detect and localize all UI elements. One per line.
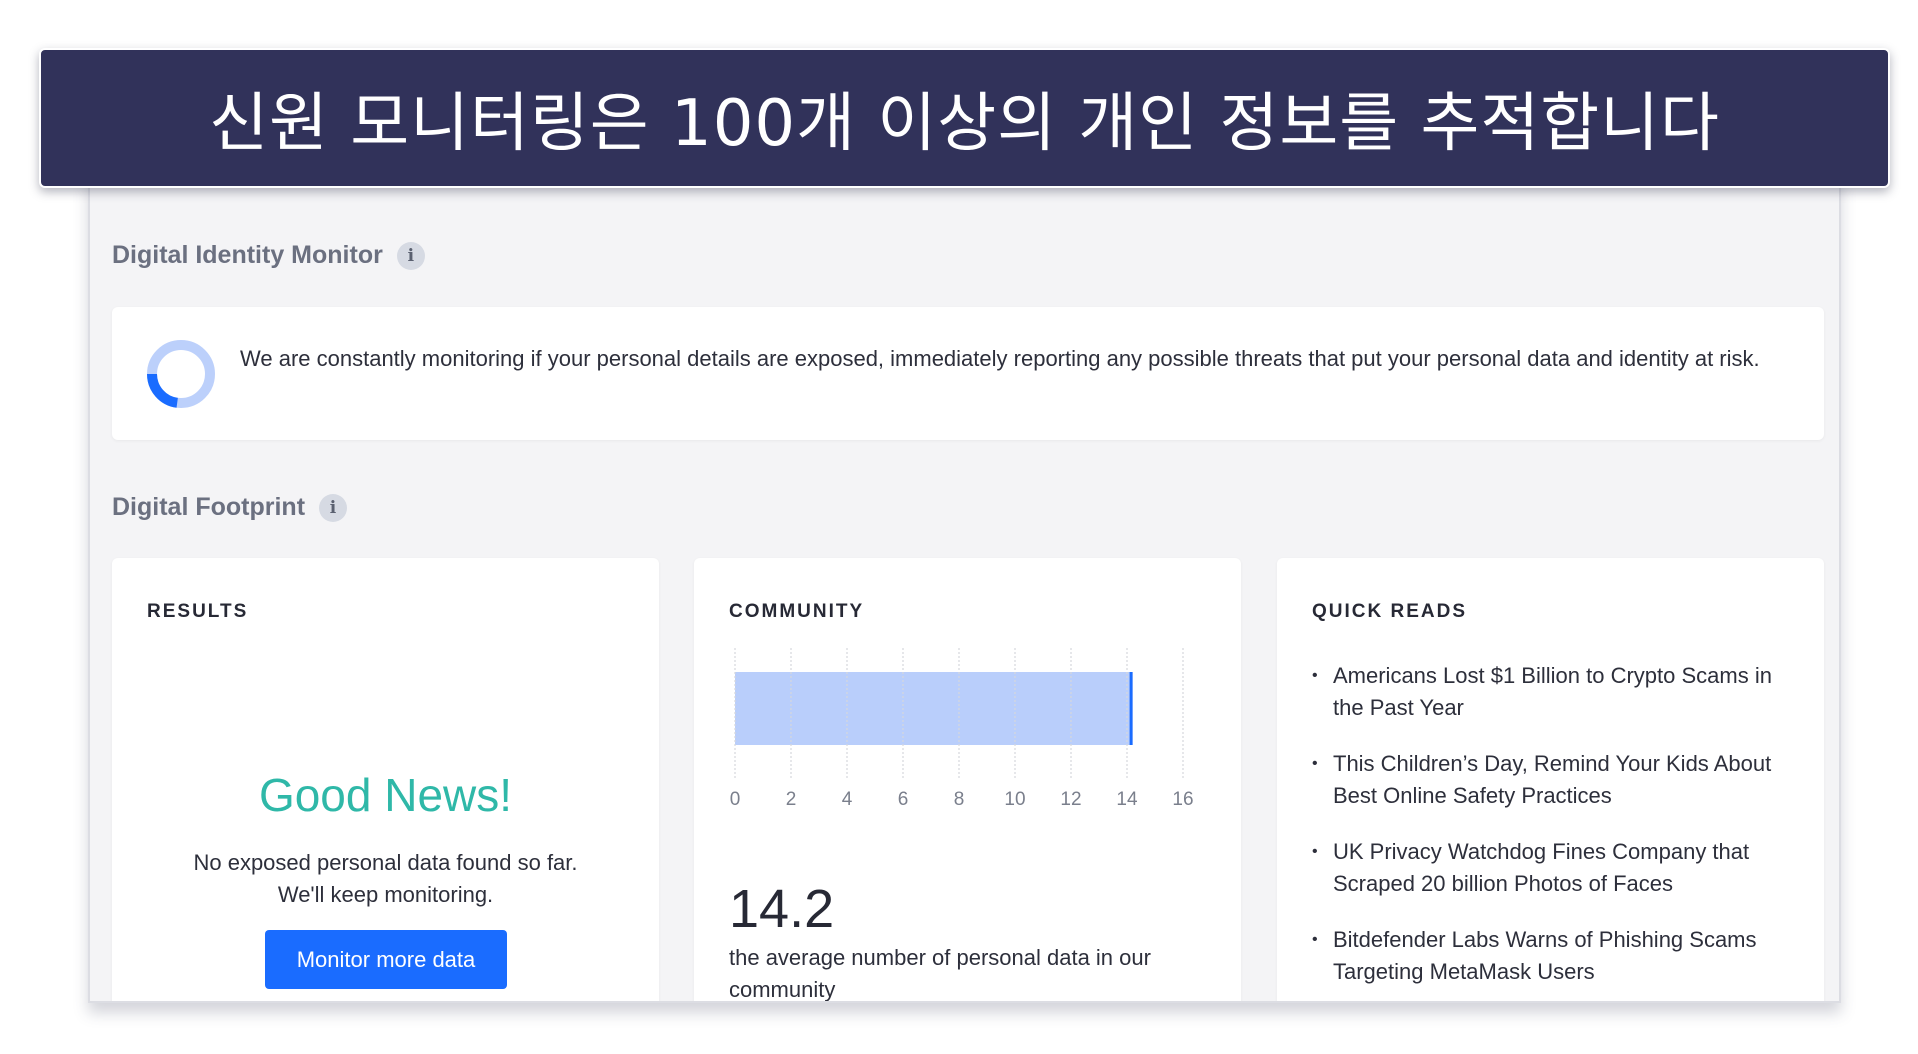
identity-monitor-card: We are constantly monitoring if your per… — [112, 307, 1824, 440]
results-card: RESULTS Good News! No exposed personal d… — [112, 558, 659, 1001]
bullet-icon: • — [1312, 843, 1318, 860]
community-average-caption: the average number of personal data in o… — [729, 945, 1151, 1002]
bullet-icon: • — [1312, 931, 1318, 948]
x-tick-label: 8 — [954, 789, 965, 810]
quick-reads-list: • Americans Lost $1 Billion to Crypto Sc… — [1312, 660, 1782, 1001]
quick-read-title[interactable]: This Children’s Day, Remind Your Kids Ab… — [1333, 751, 1771, 808]
results-message-line2: We'll keep monitoring. — [277, 882, 494, 907]
quick-reads-card: QUICK READS • Americans Lost $1 Billion … — [1277, 558, 1824, 1001]
results-message: No exposed personal data found so far. W… — [112, 847, 659, 911]
community-average-value: 14.2 — [729, 879, 835, 939]
banner-title: 신원 모니터링은 100개 이상의 개인 정보를 추적합니다 — [209, 87, 1720, 161]
quick-read-link[interactable]: • This Children’s Day, Remind Your Kids … — [1312, 748, 1782, 812]
bar-0 — [735, 672, 1133, 745]
x-tick-label: 6 — [898, 789, 909, 810]
digital-footprint-heading: Digital Footprint i — [112, 493, 348, 522]
monitor-status-text: We are constantly monitoring if your per… — [240, 346, 1760, 371]
bullet-icon: • — [1312, 667, 1318, 684]
quick-read-link[interactable]: • Bitdefender Labs Warns of Phishing Sca… — [1312, 924, 1782, 988]
quick-read-title[interactable]: Bitdefender Labs Warns of Phishing Scams… — [1333, 927, 1757, 984]
quick-read-link[interactable]: • Americans Lost $1 Billion to Crypto Sc… — [1312, 660, 1782, 724]
identity-monitor-title: Digital Identity Monitor — [112, 241, 383, 269]
identity-monitor-heading: Digital Identity Monitor i — [112, 241, 425, 270]
bar-end-marker — [1129, 672, 1133, 745]
quick-read-title[interactable]: UK Privacy Watchdog Fines Company that S… — [1333, 839, 1749, 896]
x-tick-label: 16 — [1172, 789, 1193, 810]
quick-reads-label: QUICK READS — [1312, 601, 1468, 622]
loading-ring-icon — [146, 340, 215, 408]
digital-footprint-title: Digital Footprint — [112, 493, 306, 521]
bullet-icon: • — [1312, 755, 1318, 772]
dashboard-panel: Digital Identity Monitor i We are consta… — [88, 170, 1841, 1003]
results-label: RESULTS — [147, 601, 249, 622]
x-tick-label: 14 — [1116, 789, 1138, 810]
x-tick-label: 0 — [730, 789, 741, 810]
info-icon[interactable]: i — [319, 493, 348, 522]
results-message-line1: No exposed personal data found so far. — [193, 850, 578, 875]
community-card: COMMUNITY 0 2 4 6 8 10 12 14 16 14.2 the average… — [694, 558, 1241, 1002]
caption-banner: 신원 모니터링은 100개 이상의 개인 정보를 추적합니다 — [39, 48, 1890, 188]
monitor-more-data-button[interactable]: Monitor more data — [265, 930, 507, 989]
x-tick-label: 2 — [786, 789, 797, 810]
ring-active-arc — [146, 373, 179, 408]
x-tick-label: 10 — [1004, 789, 1025, 810]
x-tick-label: 12 — [1060, 789, 1081, 810]
x-tick-label: 4 — [842, 789, 853, 810]
good-news-headline: Good News! — [258, 769, 513, 821]
info-icon[interactable]: i — [396, 241, 425, 270]
quick-read-title[interactable]: Americans Lost $1 Billion to Crypto Scam… — [1333, 663, 1772, 720]
quick-read-link[interactable]: • UK Privacy Watchdog Fines Company that… — [1312, 836, 1782, 900]
